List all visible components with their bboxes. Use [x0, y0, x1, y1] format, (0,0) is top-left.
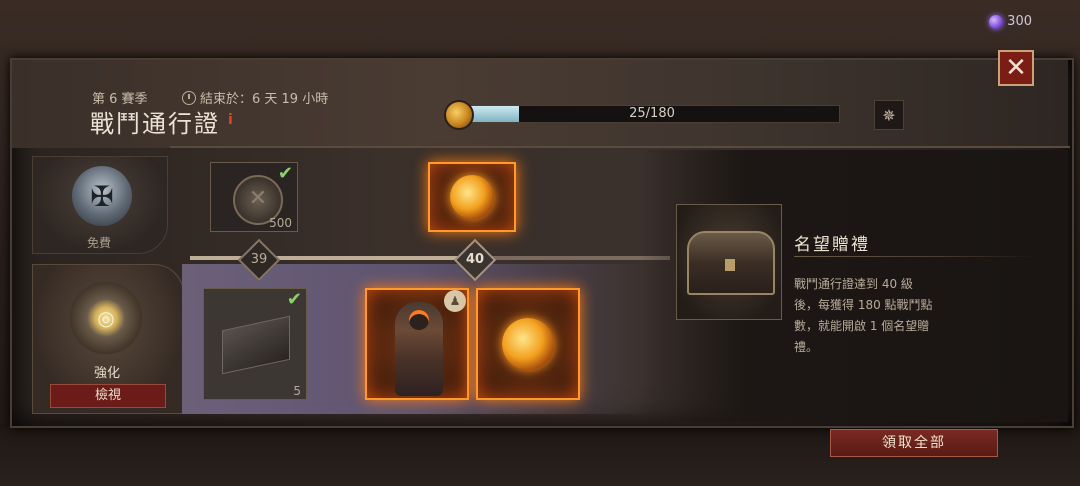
reward-slot-upgraded-40-gem[interactable] [476, 288, 580, 400]
clock-icon [182, 90, 196, 105]
header-divider [170, 146, 1070, 148]
upgraded-tier-emblem-icon: ◎ [62, 278, 150, 358]
claim-all-button[interactable]: 領取全部 [830, 429, 998, 457]
detail-divider [794, 256, 1034, 257]
info-icon[interactable]: i [228, 112, 233, 128]
reward-quantity: 5 [293, 384, 301, 398]
inspect-button[interactable]: 檢視 [50, 384, 166, 408]
battle-points-icon [444, 100, 474, 130]
cosmetic-material-icon [222, 315, 290, 375]
currency-amount: 300 [1007, 14, 1032, 29]
tier-upgraded-label: 強化 [93, 366, 120, 381]
reward-slot-free-39[interactable]: ✕ ✔ 500 [210, 162, 298, 232]
free-tier-emblem-icon: ✠ [72, 166, 132, 226]
armor-set-icon [395, 302, 443, 396]
tier-free-label: 免費 [86, 236, 111, 250]
progress-text: 25/180 [629, 106, 675, 121]
compass-icon: ✵ [882, 105, 896, 125]
purple-orb-icon [989, 14, 1004, 29]
close-icon: ✕ [1005, 53, 1027, 83]
treasure-chest-icon [687, 231, 775, 295]
reward-slot-free-40[interactable] [428, 162, 516, 232]
favor-gem-icon [502, 318, 554, 370]
reward-quantity: 500 [269, 216, 292, 230]
claimed-check-icon: ✔ [286, 289, 302, 310]
detail-thumbnail [676, 204, 782, 320]
close-button[interactable]: ✕ [998, 50, 1034, 86]
compass-button[interactable]: ✵ [874, 100, 904, 130]
detail-title: 名望贈禮 [794, 235, 870, 255]
cosmetic-preview-icon[interactable]: ♟ [444, 290, 466, 312]
page-title: 戰鬥通行證 [90, 110, 220, 138]
currency-display: 300 [989, 14, 1032, 29]
claimed-check-icon: ✔ [277, 163, 293, 184]
reward-slot-upgraded-39[interactable]: ✔ 5 [203, 288, 307, 400]
favor-gem-icon [450, 175, 494, 219]
detail-description: 戰鬥通行證達到 40 級後，每獲得 180 點戰鬥點數，就能開啟 1 個名望贈禮… [794, 277, 933, 354]
level-track-fill [190, 256, 490, 260]
